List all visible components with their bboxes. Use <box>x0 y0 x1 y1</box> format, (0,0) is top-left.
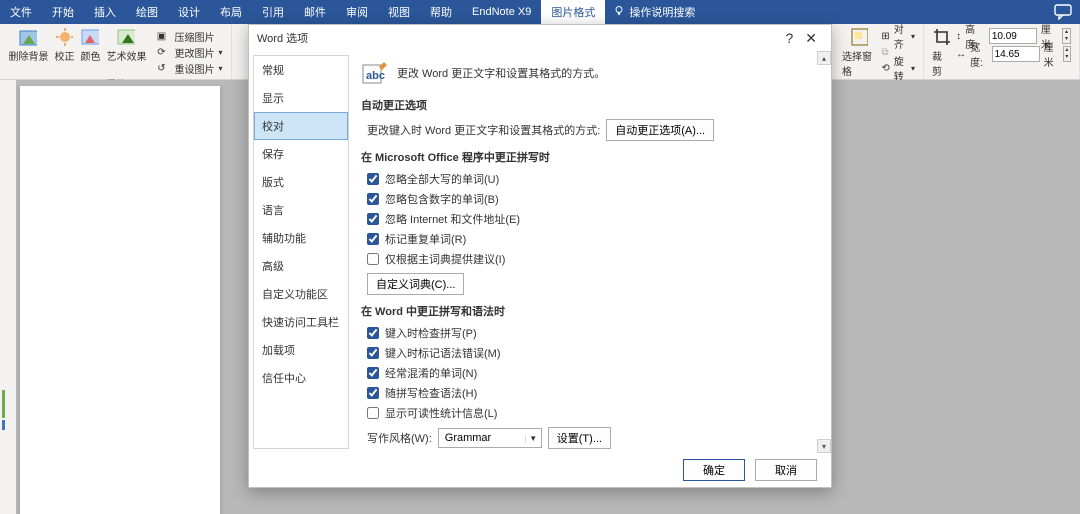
chk-grammar-with-spelling[interactable]: 随拼写检查语法(H) <box>367 385 819 401</box>
chk-ignore-numbers-label: 忽略包含数字的单词(B) <box>385 191 499 207</box>
writing-style-value: Grammar <box>439 432 525 444</box>
close-button[interactable]: ✕ <box>799 30 823 47</box>
chk-flag-repeated-label: 标记重复单词(R) <box>385 231 466 247</box>
options-sidebar: 常规显示校对保存版式语言辅助功能高级自定义功能区快速访问工具栏加载项信任中心 <box>253 55 349 449</box>
dialog-backdrop: Word 选项 ? ✕ 常规显示校对保存版式语言辅助功能高级自定义功能区快速访问… <box>0 0 1080 514</box>
chk-main-dict-only[interactable]: 仅根据主词典提供建议(I) <box>367 251 819 267</box>
proofing-heading: 更改 Word 更正文字和设置其格式的方式。 <box>397 65 605 81</box>
sidebar-item-8[interactable]: 自定义功能区 <box>254 280 348 308</box>
custom-dictionaries-button[interactable]: 自定义词典(C)... <box>367 273 464 295</box>
section-autocorrect: 自动更正选项 <box>361 97 819 113</box>
chk-check-spelling-type[interactable]: 键入时检查拼写(P) <box>367 325 819 341</box>
section-word-spelling: 在 Word 中更正拼写和语法时 <box>361 303 819 319</box>
sidebar-item-6[interactable]: 辅助功能 <box>254 224 348 252</box>
autocorrect-options-button[interactable]: 自动更正选项(A)... <box>606 119 714 141</box>
sidebar-item-3[interactable]: 保存 <box>254 140 348 168</box>
scroll-up-button[interactable]: ▴ <box>817 51 831 65</box>
writing-style-combo[interactable]: Grammar▼ <box>438 428 542 448</box>
sidebar-item-4[interactable]: 版式 <box>254 168 348 196</box>
chk-ignore-internet[interactable]: 忽略 Internet 和文件地址(E) <box>367 211 819 227</box>
sidebar-item-0[interactable]: 常规 <box>254 56 348 84</box>
section-ms-office-spelling: 在 Microsoft Office 程序中更正拼写时 <box>361 149 819 165</box>
sidebar-item-5[interactable]: 语言 <box>254 196 348 224</box>
sidebar-item-2[interactable]: 校对 <box>254 112 348 140</box>
chk-mark-grammar-type[interactable]: 键入时标记语法错误(M) <box>367 345 819 361</box>
dialog-footer: 确定 取消 <box>249 453 831 487</box>
chk-main-dict-only-label: 仅根据主词典提供建议(I) <box>385 251 505 267</box>
chk-readability-stats-label: 显示可读性统计信息(L) <box>385 405 497 421</box>
chk-mark-grammar-type-label: 键入时标记语法错误(M) <box>385 345 501 361</box>
ok-button[interactable]: 确定 <box>683 459 745 481</box>
dialog-titlebar: Word 选项 ? ✕ <box>249 25 831 51</box>
chk-ignore-internet-label: 忽略 Internet 和文件地址(E) <box>385 211 520 227</box>
cancel-button[interactable]: 取消 <box>755 459 817 481</box>
proofing-icon: abc <box>361 59 389 87</box>
chk-ignore-numbers[interactable]: 忽略包含数字的单词(B) <box>367 191 819 207</box>
content-scrollbar[interactable]: ▴ ▾ <box>817 51 831 453</box>
chk-flag-repeated[interactable]: 标记重复单词(R) <box>367 231 819 247</box>
help-button[interactable]: ? <box>779 30 799 46</box>
sidebar-item-11[interactable]: 信任中心 <box>254 364 348 392</box>
word-options-dialog: Word 选项 ? ✕ 常规显示校对保存版式语言辅助功能高级自定义功能区快速访问… <box>248 24 832 488</box>
grammar-settings-button[interactable]: 设置(T)... <box>548 427 611 449</box>
dialog-title: Word 选项 <box>257 30 308 46</box>
chevron-down-icon: ▼ <box>525 434 541 443</box>
sidebar-item-1[interactable]: 显示 <box>254 84 348 112</box>
chk-confused-words-label: 经常混淆的单词(N) <box>385 365 477 381</box>
chk-grammar-with-spelling-label: 随拼写检查语法(H) <box>385 385 477 401</box>
sidebar-item-10[interactable]: 加载项 <box>254 336 348 364</box>
chk-check-spelling-type-label: 键入时检查拼写(P) <box>385 325 477 341</box>
chk-confused-words[interactable]: 经常混淆的单词(N) <box>367 365 819 381</box>
chk-ignore-uppercase-label: 忽略全部大写的单词(U) <box>385 171 499 187</box>
scroll-down-button[interactable]: ▾ <box>817 439 831 453</box>
chk-ignore-uppercase[interactable]: 忽略全部大写的单词(U) <box>367 171 819 187</box>
sidebar-item-7[interactable]: 高级 <box>254 252 348 280</box>
svg-text:abc: abc <box>366 70 385 82</box>
chk-readability-stats[interactable]: 显示可读性统计信息(L) <box>367 405 819 421</box>
autocorrect-desc: 更改键入时 Word 更正文字和设置其格式的方式: <box>367 122 600 138</box>
sidebar-item-9[interactable]: 快速访问工具栏 <box>254 308 348 336</box>
writing-style-label: 写作风格(W): <box>367 430 432 446</box>
options-content: abc 更改 Word 更正文字和设置其格式的方式。 自动更正选项 更改键入时 … <box>349 51 831 453</box>
